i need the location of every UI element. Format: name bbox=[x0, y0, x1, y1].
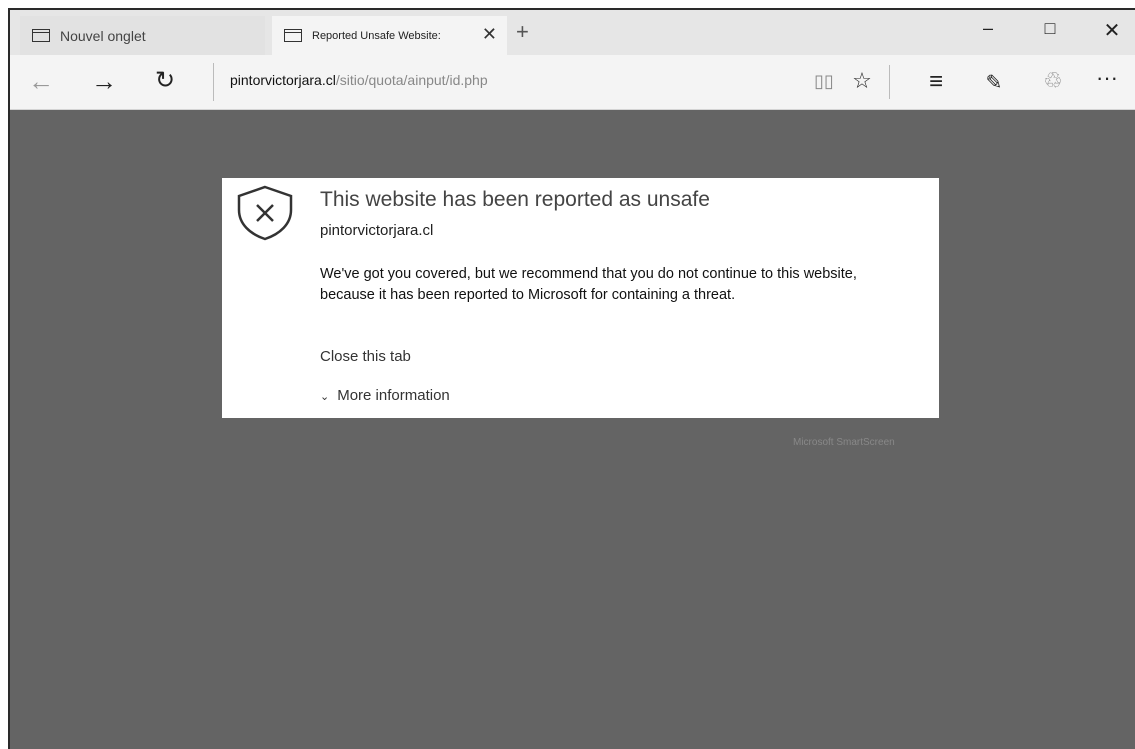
more-information-link[interactable]: ⌄ More information bbox=[320, 387, 450, 404]
refresh-button[interactable]: ↻ bbox=[150, 67, 180, 95]
tab-unsafe-website[interactable]: Reported Unsafe Website: ✕ bbox=[272, 16, 507, 55]
more-icon[interactable]: ··· bbox=[1093, 65, 1121, 91]
close-tab-icon[interactable]: ✕ bbox=[482, 24, 497, 45]
shield-warning-icon bbox=[237, 185, 293, 241]
smartscreen-warning-dialog: This website has been reported as unsafe… bbox=[222, 178, 939, 418]
tab-title: Nouvel onglet bbox=[60, 27, 146, 44]
web-note-icon[interactable]: ✎ bbox=[980, 70, 1008, 95]
hub-icon[interactable]: ≡ bbox=[922, 68, 950, 96]
forward-button[interactable]: → bbox=[89, 67, 119, 95]
warning-host: pintorvictorjara.cl bbox=[320, 222, 434, 239]
more-information-label: More information bbox=[337, 387, 450, 404]
back-button[interactable]: ← bbox=[26, 67, 56, 95]
tab-page-icon bbox=[32, 29, 50, 42]
chevron-down-icon: ⌄ bbox=[320, 391, 330, 403]
navigation-bar: ← → ↻ pintorvictorjara.cl/sitio/quota/ai… bbox=[10, 55, 1135, 110]
address-host: pintorvictorjara.cl bbox=[230, 72, 336, 88]
tab-page-icon bbox=[284, 29, 302, 42]
new-tab-button[interactable]: + bbox=[516, 19, 529, 45]
minimize-button[interactable]: – bbox=[973, 18, 1003, 39]
maximize-button[interactable]: □ bbox=[1035, 18, 1065, 39]
tab-new-tab[interactable]: Nouvel onglet bbox=[20, 16, 265, 55]
page-content: This website has been reported as unsafe… bbox=[10, 110, 1135, 749]
close-window-button[interactable]: ✕ bbox=[1097, 18, 1127, 43]
smartscreen-footer: Microsoft SmartScreen bbox=[793, 437, 895, 448]
tab-strip: Nouvel onglet Reported Unsafe Website: ✕… bbox=[10, 10, 1135, 55]
tab-title: Reported Unsafe Website: bbox=[312, 29, 441, 42]
address-bar[interactable]: pintorvictorjara.cl/sitio/quota/ainput/i… bbox=[230, 72, 488, 88]
share-icon[interactable]: ♲ bbox=[1039, 68, 1067, 94]
address-path: /sitio/quota/ainput/id.php bbox=[335, 72, 488, 88]
browser-window: Nouvel onglet Reported Unsafe Website: ✕… bbox=[8, 8, 1135, 749]
favorite-star-icon[interactable]: ☆ bbox=[848, 68, 876, 94]
divider bbox=[889, 65, 890, 99]
warning-message: We've got you covered, but we recommend … bbox=[320, 266, 857, 303]
divider bbox=[213, 63, 214, 101]
reading-view-icon[interactable]: ▯▯ bbox=[810, 71, 838, 92]
close-this-tab-link[interactable]: Close this tab bbox=[320, 348, 411, 365]
warning-title: This website has been reported as unsafe bbox=[320, 188, 710, 211]
